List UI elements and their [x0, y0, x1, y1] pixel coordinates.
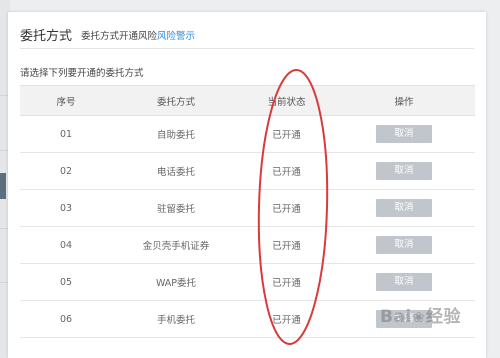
column-header-no: 序号 — [20, 85, 112, 116]
row-method: 手机委托 — [112, 300, 240, 338]
cancel-button[interactable]: 取消 — [376, 273, 432, 291]
row-number: 01 — [20, 115, 112, 153]
watermark-text-left: Bai — [380, 307, 412, 327]
row-action-cell: 取消 — [333, 152, 475, 190]
row-method: WAP委托 — [112, 263, 240, 301]
row-action-cell: 取消 — [333, 263, 475, 301]
row-method: 金贝壳手机证券 — [112, 226, 240, 264]
row-status: 已开通 — [240, 226, 333, 264]
table-row: 05 WAP委托 已开通 取消 — [20, 263, 475, 301]
row-number: 04 — [20, 226, 112, 264]
row-method: 电话委托 — [112, 152, 240, 190]
row-number: 03 — [20, 189, 112, 227]
row-action-cell: 取消 — [333, 115, 475, 153]
column-header-status: 当前状态 — [240, 85, 333, 116]
column-header-method: 委托方式 — [112, 85, 240, 116]
table-row: 01 自助委托 已开通 取消 — [20, 115, 475, 153]
subtitle-text: 委托方式开通风险 — [81, 31, 158, 42]
table-header-row: 序号 委托方式 当前状态 操作 — [20, 85, 475, 116]
cancel-button[interactable]: 取消 — [376, 236, 432, 254]
row-number: 06 — [20, 300, 112, 338]
row-number: 05 — [20, 263, 112, 301]
entrust-methods-table: 序号 委托方式 当前状态 操作 01 自助委托 已开通 取消 02 电话委托 已… — [20, 85, 475, 338]
cancel-button[interactable]: 取消 — [376, 199, 432, 217]
page-title: 委托方式 — [20, 29, 73, 44]
cancel-button[interactable]: 取消 — [376, 162, 432, 180]
row-action-cell: 取消 — [333, 226, 475, 264]
cancel-button[interactable]: 取消 — [376, 125, 432, 143]
row-action-cell: 取消 — [333, 189, 475, 227]
nav-active-indicator[interactable] — [0, 173, 6, 199]
table-row: 02 电话委托 已开通 取消 — [20, 152, 475, 190]
row-status: 已开通 — [240, 300, 333, 338]
row-method: 自助委托 — [112, 115, 240, 153]
row-number: 02 — [20, 152, 112, 190]
column-header-action: 操作 — [333, 85, 475, 116]
panel-subtitle: 委托方式开通风险风险警示 — [81, 28, 195, 42]
risk-warning-link[interactable]: 风险警示 — [157, 31, 195, 42]
row-method: 驻留委托 — [112, 189, 240, 227]
row-status: 已开通 — [240, 189, 333, 227]
table-row: 04 金贝壳手机证券 已开通 取消 — [20, 226, 475, 264]
table-row: 03 驻留委托 已开通 取消 — [20, 189, 475, 227]
row-status: 已开通 — [240, 152, 333, 190]
watermark-text-right: 经验 — [426, 307, 461, 327]
paw-icon: ❀ — [412, 310, 425, 326]
title-divider — [20, 48, 474, 49]
row-status: 已开通 — [240, 263, 333, 301]
baidu-watermark: Bai❀经验 — [380, 302, 461, 327]
instruction-text: 请选择下列要开通的委托方式 — [20, 68, 144, 79]
row-status: 已开通 — [240, 115, 333, 153]
